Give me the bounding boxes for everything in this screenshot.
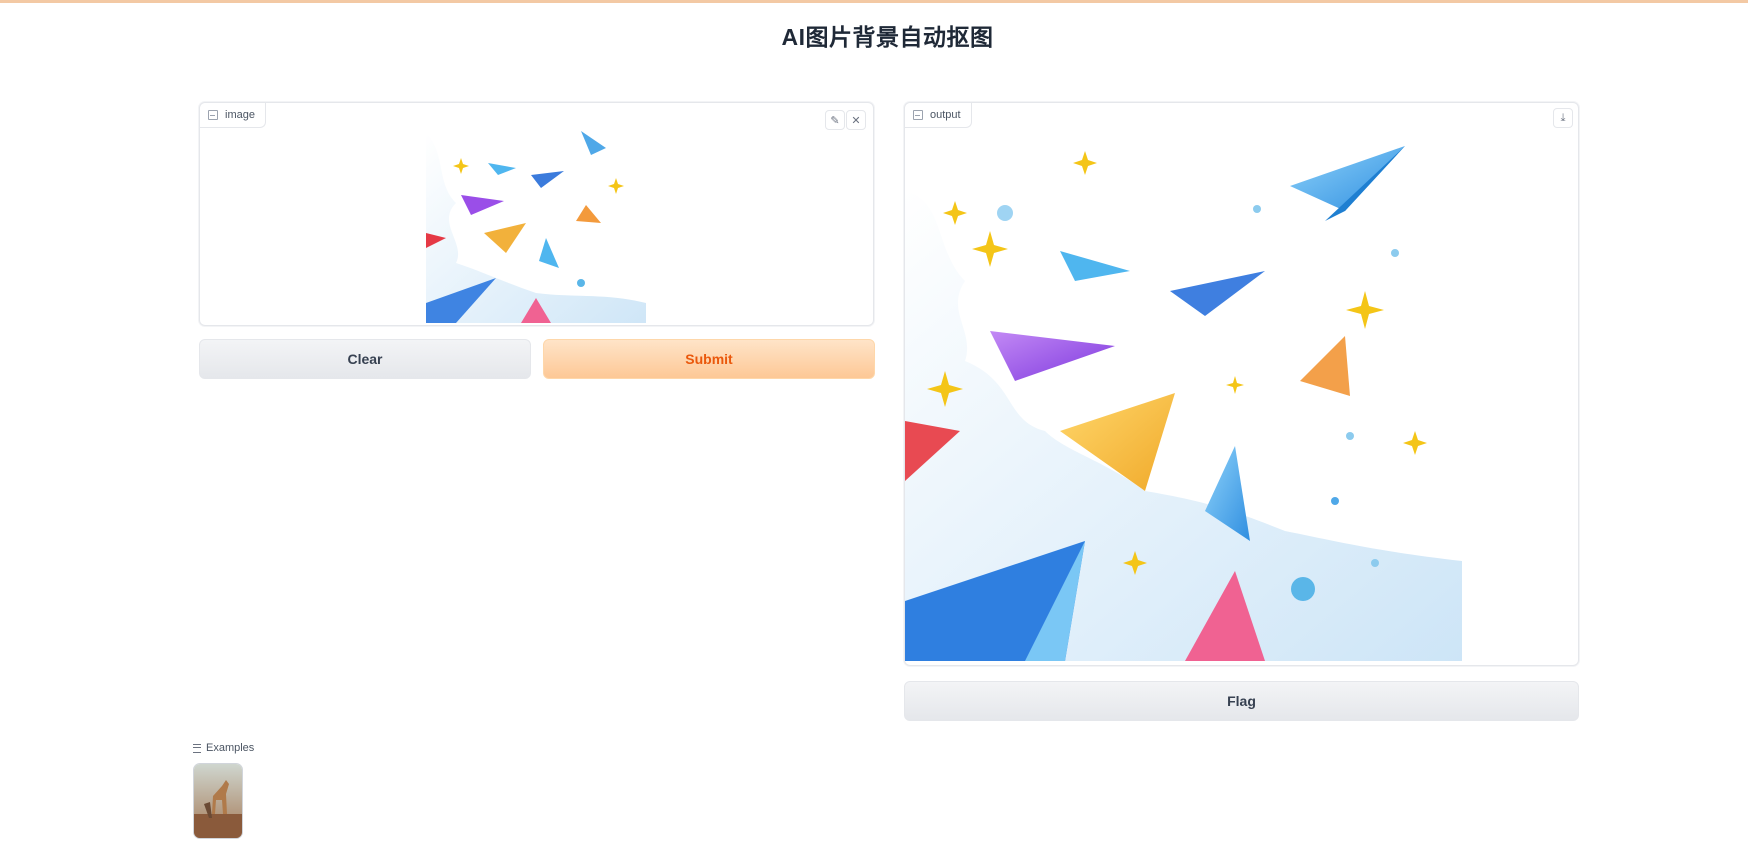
top-accent-line (0, 0, 1748, 3)
output-image-label: output (905, 103, 972, 128)
image-icon (208, 110, 218, 120)
list-icon (193, 743, 201, 753)
clear-button[interactable]: Clear (199, 339, 531, 379)
page-title: AI图片背景自动抠图 (781, 24, 994, 50)
submit-button[interactable]: Submit (543, 339, 875, 379)
input-label-text: image (225, 109, 255, 121)
paper-planes-illustration-small (426, 123, 646, 323)
flag-button[interactable]: Flag (904, 681, 1579, 721)
output-image (905, 131, 1462, 661)
input-image (426, 123, 646, 323)
input-image-label: image (200, 103, 266, 128)
edit-button[interactable]: ✎ (825, 110, 845, 130)
pencil-icon: ✎ (830, 114, 840, 127)
example-thumbnail[interactable] (193, 763, 243, 839)
close-icon: ✕ (851, 114, 861, 127)
input-image-panel[interactable]: image ✎ ✕ (199, 102, 874, 326)
clear-image-button[interactable]: ✕ (846, 110, 866, 130)
output-image-panel: output ⤓ (904, 102, 1579, 666)
examples-label-text: Examples (206, 742, 255, 754)
image-icon (913, 110, 923, 120)
examples-label: Examples (193, 742, 254, 754)
paper-planes-illustration-large (905, 131, 1462, 661)
output-label-text: output (930, 109, 961, 121)
download-icon: ⤓ (1560, 111, 1566, 124)
giraffe-photo (194, 764, 242, 838)
download-button[interactable]: ⤓ (1553, 108, 1573, 128)
